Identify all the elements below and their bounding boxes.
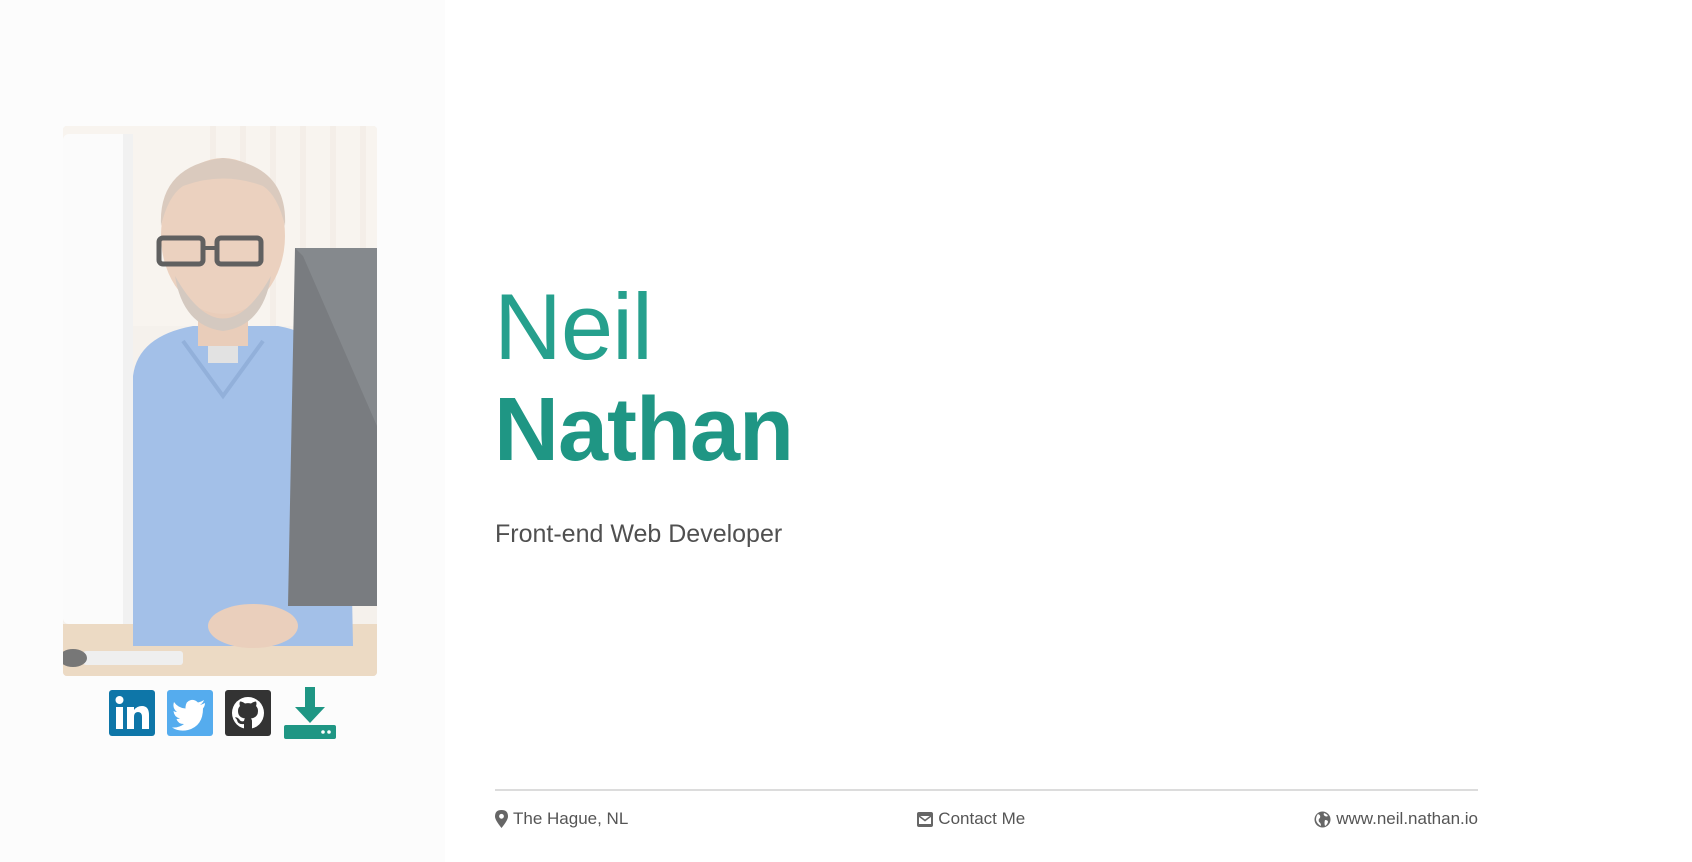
envelope-icon	[917, 811, 934, 827]
website-link[interactable]: www.neil.nathan.io	[1314, 809, 1478, 829]
location: The Hague, NL	[495, 809, 628, 829]
linkedin-button[interactable]	[108, 690, 155, 736]
globe-icon	[1314, 811, 1331, 827]
first-name: Neil	[494, 274, 653, 379]
website-text: www.neil.nathan.io	[1336, 809, 1478, 828]
twitter-icon	[166, 690, 213, 736]
github-icon	[224, 690, 271, 736]
map-marker-icon	[495, 810, 508, 828]
social-links	[0, 687, 445, 744]
download-button[interactable]	[283, 687, 337, 741]
download-icon	[283, 687, 336, 739]
contact-text: Contact Me	[938, 809, 1026, 828]
github-button[interactable]	[224, 690, 271, 736]
sidebar	[0, 0, 445, 862]
linkedin-icon	[108, 690, 155, 736]
contact-link[interactable]: Contact Me	[917, 809, 1025, 829]
twitter-button[interactable]	[166, 690, 213, 736]
tagline: Front-end Web Developer	[495, 520, 783, 548]
profile-photo	[63, 126, 377, 676]
footer-divider	[495, 789, 1478, 791]
location-text: The Hague, NL	[513, 809, 629, 828]
last-name: Nathan	[494, 380, 794, 480]
footer: The Hague, NL Contact Me www.neil.nathan…	[495, 806, 1478, 832]
